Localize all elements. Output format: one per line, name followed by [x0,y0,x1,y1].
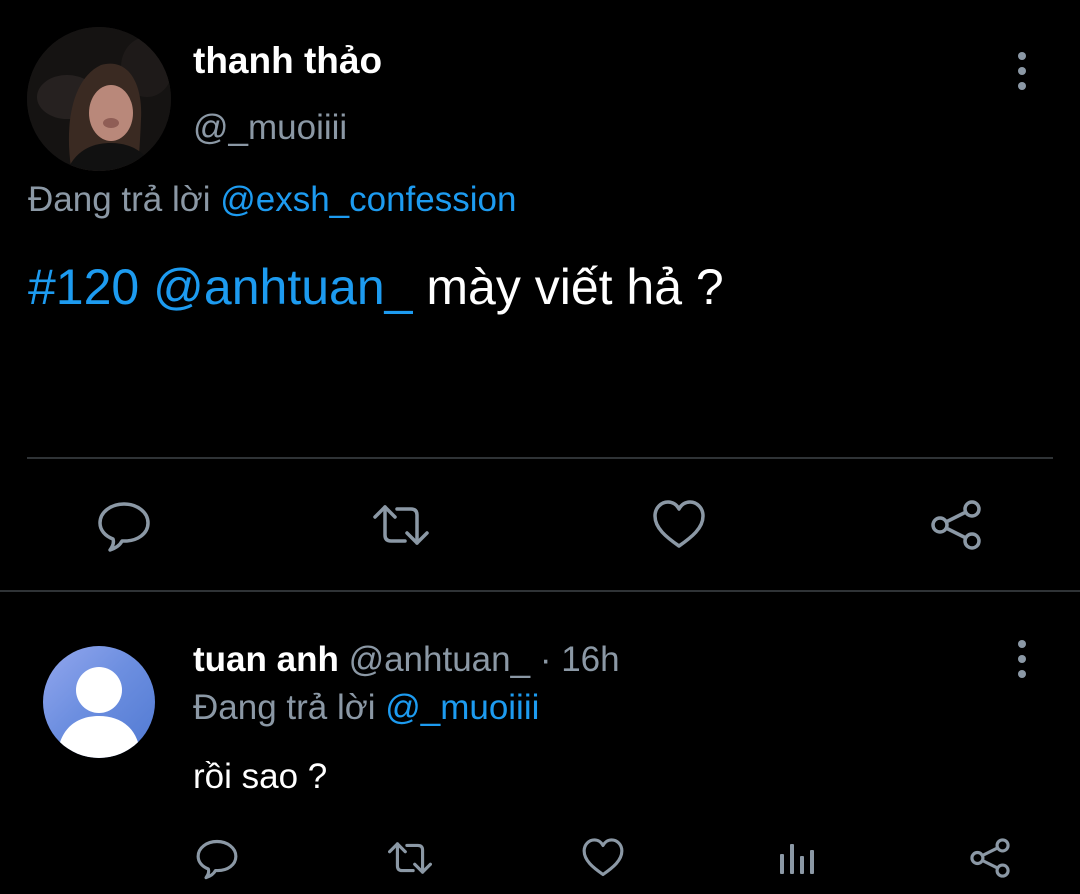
reply-avatar[interactable] [43,646,155,758]
share-icon [970,838,1010,878]
retweet-icon [373,505,429,545]
reply-icon [98,502,150,552]
reply-user-handle[interactable]: @anhtuan_ [349,640,531,679]
reply-retweet-button[interactable] [388,836,432,880]
display-name[interactable]: thanh thảo [193,40,382,82]
tweet-text: #120 @anhtuan_ mày viết hả ? [28,258,724,316]
reply-display-name[interactable]: tuan anh [193,640,339,679]
reply-more-options-button[interactable] [1016,640,1028,678]
analytics-icon [780,844,814,874]
heart-icon [582,838,624,877]
replying-to-link[interactable]: @_muoiiii [385,688,539,727]
more-options-button[interactable] [1016,52,1028,90]
replying-to-line: Đang trả lời @exsh_confession [28,180,516,220]
retweet-icon [388,842,432,874]
section-divider [0,590,1080,592]
divider [27,457,1053,459]
reply-icon [196,839,238,880]
user-handle[interactable]: @_muoiiii [193,108,347,148]
more-vertical-icon [1018,52,1026,60]
reply-reply-button[interactable] [195,836,239,880]
reply-share-button[interactable] [968,836,1012,880]
reply-button[interactable] [96,497,152,553]
avatar[interactable] [27,27,171,171]
replying-to-label: Đang trả lời [28,180,211,219]
more-vertical-icon [1018,640,1026,648]
reply-header: tuan anh @anhtuan_ · 16h [193,640,620,680]
profile-photo [27,27,171,171]
mention-link[interactable]: @anhtuan_ [153,259,412,315]
tweet-body: mày viết hả ? [426,259,724,315]
like-button[interactable] [651,497,707,553]
analytics-button[interactable] [775,836,819,880]
heart-icon [653,500,705,548]
replying-to-link[interactable]: @exsh_confession [220,180,516,219]
reply-tweet-text: rồi sao ? [193,757,328,796]
share-button[interactable] [928,497,984,553]
default-user-icon [57,667,141,758]
reply-like-button[interactable] [581,836,625,880]
reply-replying-to-line: Đang trả lời @_muoiiii [193,688,539,728]
share-icon [931,500,981,550]
retweet-button[interactable] [373,497,429,553]
timestamp[interactable]: 16h [561,640,619,679]
hashtag-link[interactable]: #120 [28,259,139,315]
separator-dot: · [539,640,552,679]
replying-to-label: Đang trả lời [193,688,376,727]
